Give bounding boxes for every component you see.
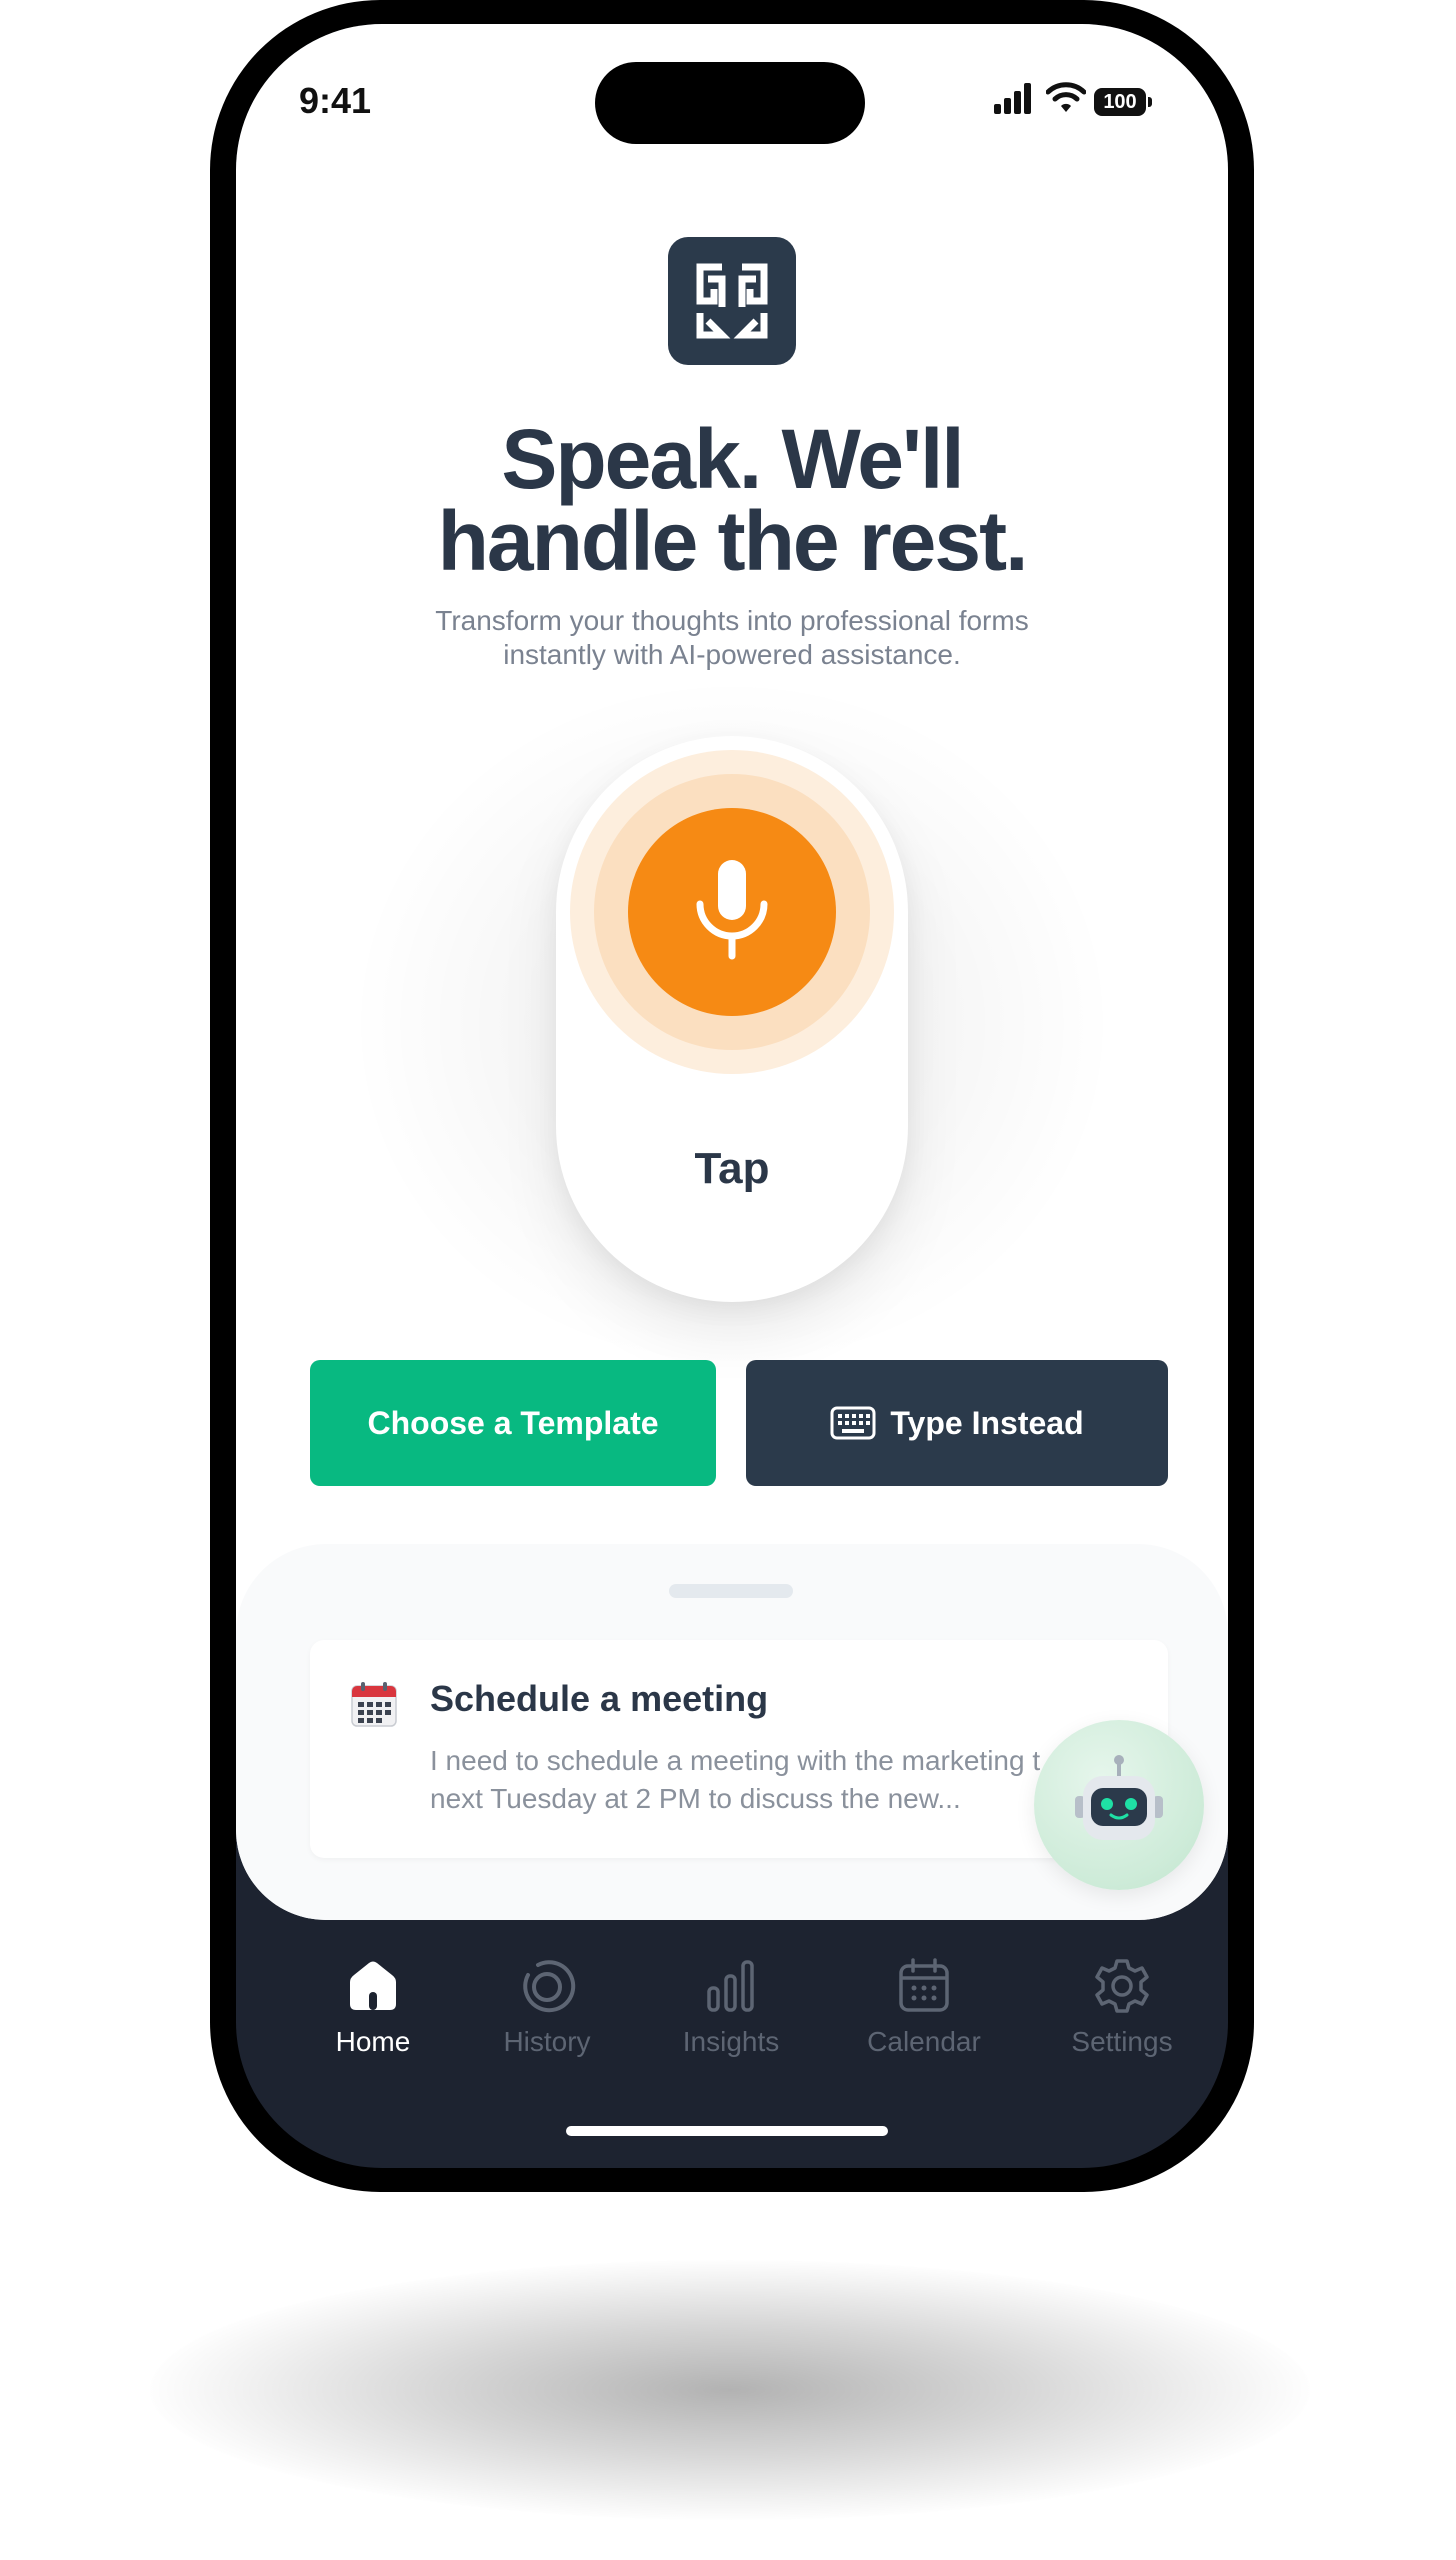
calendar-icon	[899, 1958, 949, 2012]
tab-insights-label: Insights	[682, 2026, 780, 2057]
suggestion-body: I need to schedule a meeting with the ma…	[430, 1742, 1110, 1818]
tap-label: Tap	[694, 1144, 770, 1193]
device-floor-shadow	[150, 2260, 1310, 2520]
record-button[interactable]	[628, 808, 836, 1016]
tab-history-label: History	[503, 2026, 591, 2057]
choose-template-button[interactable]: Choose a Template	[310, 1360, 716, 1486]
home-icon	[350, 1961, 396, 2010]
suggestion-title: Schedule a meeting	[430, 1678, 769, 1719]
tab-calendar[interactable]: Calendar	[849, 1954, 999, 2084]
headline-line-1: Speak. We'll	[501, 412, 964, 506]
assistant-bot-button[interactable]	[1034, 1720, 1204, 1890]
hero-subtext: Transform your thoughts into professiona…	[396, 604, 1068, 672]
hero-headline: Speak. We'll handle the rest.	[236, 412, 1228, 588]
choose-template-label: Choose a Template	[367, 1404, 659, 1441]
tab-home[interactable]: Home	[298, 1954, 448, 2084]
suggestion-body-line-2: next Tuesday at 2 PM to discuss the new.…	[430, 1783, 961, 1814]
sheet-drag-handle[interactable]	[669, 1584, 793, 1598]
tab-calendar-label: Calendar	[867, 2026, 981, 2057]
type-instead-button[interactable]: Type Instead	[746, 1360, 1168, 1486]
suggestion-body-line-1: I need to schedule a meeting with the ma…	[430, 1745, 1041, 1776]
bar-chart-icon	[707, 1960, 754, 2012]
type-instead-label: Type Instead	[890, 1404, 1084, 1441]
microphone-icon	[696, 860, 768, 960]
dynamic-island	[595, 62, 865, 144]
history-icon	[523, 1960, 576, 2013]
wifi-icon	[1046, 82, 1086, 112]
app-logo-icon	[668, 237, 796, 365]
keyboard-icon	[830, 1406, 876, 1440]
tab-settings[interactable]: Settings	[1047, 1954, 1197, 2084]
subtext-line-1: Transform your thoughts into professiona…	[435, 605, 1029, 636]
headline-line-2: handle the rest.	[437, 494, 1029, 588]
gear-icon	[1095, 1959, 1149, 2013]
phone-screen: 9:41 100 Speak. We'll handle the rest. T…	[236, 24, 1228, 2168]
battery-icon: 100	[1094, 88, 1152, 116]
tab-home-label: Home	[335, 2026, 411, 2057]
calendar-emoji-icon	[351, 1682, 397, 1727]
tab-insights[interactable]: Insights	[656, 1954, 806, 2084]
logo-glyph	[696, 263, 768, 339]
tab-history[interactable]: History	[472, 1954, 622, 2084]
phone-frame: 9:41 100 Speak. We'll handle the rest. T…	[210, 0, 1254, 2192]
status-time: 9:41	[299, 80, 372, 121]
robot-icon	[1075, 1755, 1163, 1840]
bottom-tab-bar: Home History Insights Calendar Settings	[236, 1954, 1228, 2104]
home-indicator	[566, 2126, 888, 2136]
tab-settings-label: Settings	[1071, 2026, 1173, 2057]
